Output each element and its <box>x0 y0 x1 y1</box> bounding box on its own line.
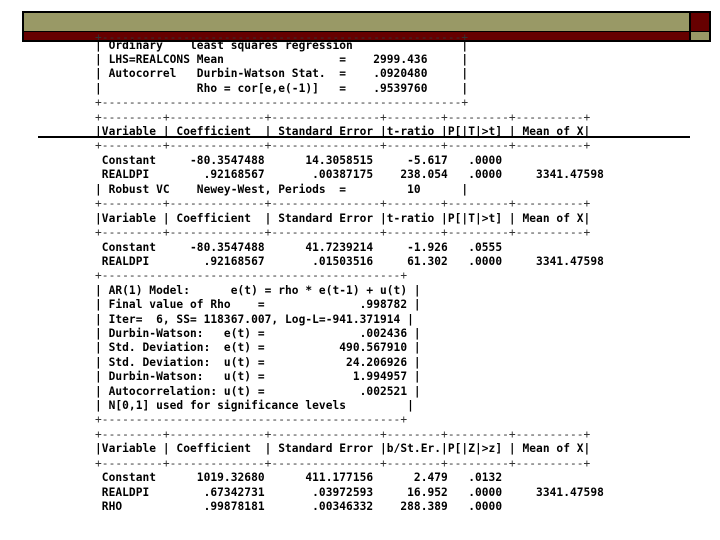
ar1-line: | Std. Deviation: e(t) = 490.567910 | <box>95 341 421 354</box>
corner-square-olive <box>689 31 711 42</box>
ar1-table-row: REALDPI .67342731 .03972593 16.952 .0000… <box>95 486 604 499</box>
ols-table-row: REALDPI .92168567 .00387175 238.054 .000… <box>95 168 604 181</box>
ols-table-separator: +---------+--------------+--------------… <box>95 139 591 152</box>
ar1-line: | Durbin-Watson: u(t) = 1.994957 | <box>95 370 421 383</box>
ar1-table-separator: +---------+--------------+--------------… <box>95 428 591 441</box>
robust-table-row: REALDPI .92168567 .01503516 61.302 .0000… <box>95 255 604 268</box>
summary-line: | Autocorrel Durbin-Watson Stat. = .0920… <box>95 67 469 80</box>
ar1-line: | Durbin-Watson: e(t) = .002436 | <box>95 327 421 340</box>
summary-line: | LHS=REALCONS Mean = 2999.436 | <box>95 53 469 66</box>
ols-table-row: Constant -80.3547488 14.3058515 -5.617 .… <box>95 154 503 167</box>
ar1-line: | AR(1) Model: e(t) = rho * e(t-1) + u(t… <box>95 284 421 297</box>
ar1-table-row: RHO .99878181 .00346332 288.389 .0000 <box>95 500 503 513</box>
ols-table-separator: +---------+--------------+--------------… <box>95 111 591 124</box>
slide-divider-line <box>38 136 690 138</box>
summary-box-bottom-border: +---------------------------------------… <box>95 96 469 109</box>
robust-table-separator: +---------+--------------+--------------… <box>95 226 591 239</box>
ar1-line: | N[0,1] used for significance levels | <box>95 399 414 412</box>
ar1-table-header: |Variable | Coefficient | Standard Error… <box>95 442 591 455</box>
corner-square-maroon <box>689 11 711 31</box>
ar1-table-separator: +---------+--------------+--------------… <box>95 457 591 470</box>
ar1-line: | Std. Deviation: u(t) = 24.206926 | <box>95 356 421 369</box>
ar1-line: | Final value of Rho = .998782 | <box>95 298 421 311</box>
ar1-line: | Autocorrelation: u(t) = .002521 | <box>95 385 421 398</box>
ar1-table-row: Constant 1019.32680 411.177156 2.479 .01… <box>95 471 503 484</box>
summary-line: | Rho = cor[e,e(-1)] = .9539760 | <box>95 82 469 95</box>
robust-table-separator: +---------+--------------+--------------… <box>95 197 591 210</box>
robust-vc-line: | Robust VC Newey-West, Periods = 10 | <box>95 183 469 196</box>
robust-table-header: |Variable | Coefficient | Standard Error… <box>95 212 591 225</box>
robust-table-bottom: +---------------------------------------… <box>95 269 408 282</box>
summary-line: | Ordinary least squares regression | <box>95 39 469 52</box>
ar1-line: | Iter= 6, SS= 118367.007, Log-L=-941.37… <box>95 313 414 326</box>
slide-title-bar <box>22 11 691 31</box>
ar1-box-bottom: +---------------------------------------… <box>95 413 408 426</box>
robust-table-row: Constant -80.3547488 41.7239214 -1.926 .… <box>95 241 503 254</box>
